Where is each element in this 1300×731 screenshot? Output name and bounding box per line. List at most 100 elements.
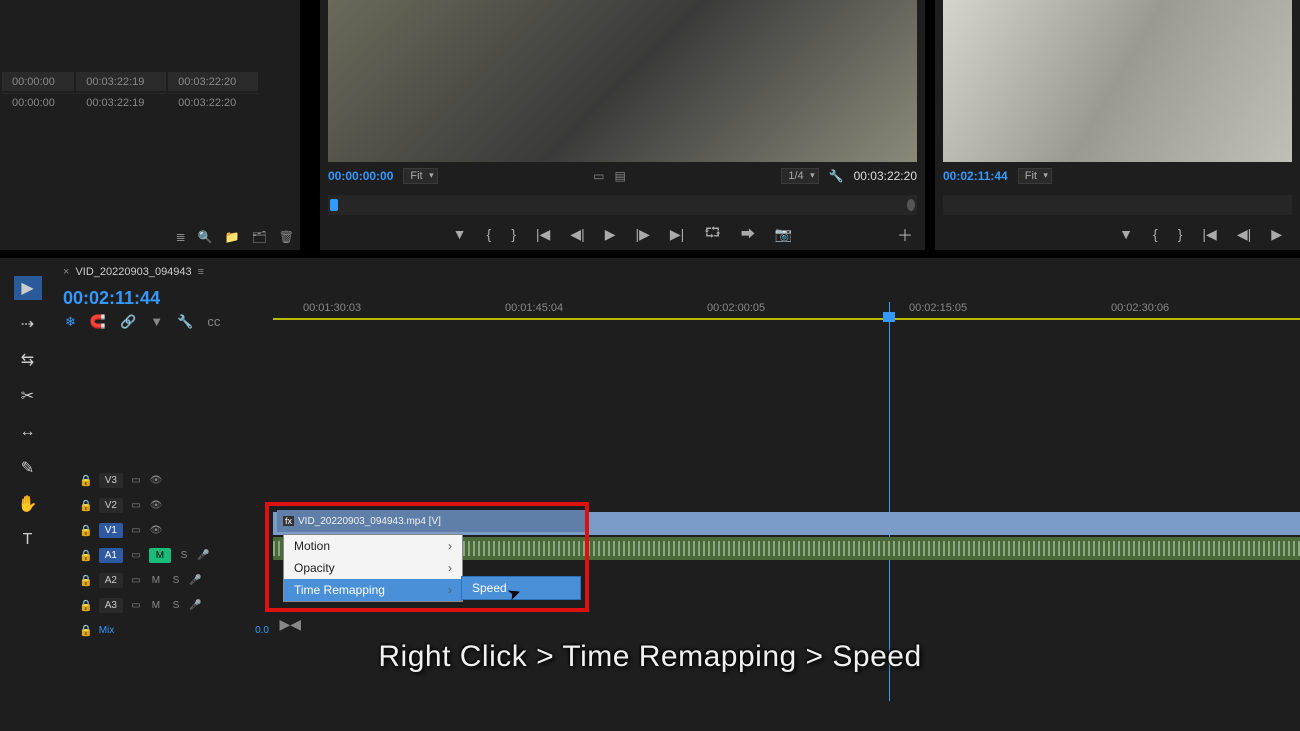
track-mix[interactable]: 🔒 Mix 0.0 <box>79 618 269 642</box>
track-a1[interactable]: 🔒 A1 ▭ M S 🎤 <box>79 543 269 567</box>
track-v1[interactable]: 🔒 V1 ▭ 👁 <box>79 518 269 542</box>
clip-header[interactable]: fx VID_20220903_094943.mp4 [V] <box>277 510 585 532</box>
insert-icon[interactable]: ⮔ <box>704 222 721 246</box>
wrench-icon[interactable]: 🔧 <box>829 169 844 183</box>
eye-icon[interactable]: 👁 <box>149 500 163 511</box>
lock-icon[interactable]: 🔒 <box>79 474 93 487</box>
source-in-tc[interactable]: 00:00:00:00 <box>328 169 393 183</box>
eye-icon[interactable]: 👁 <box>149 475 163 486</box>
settings-icon-2[interactable]: ▤ <box>614 169 625 183</box>
wrench-icon[interactable]: 🔧 <box>177 314 193 330</box>
toggle-output-icon[interactable]: ▭ <box>129 575 143 586</box>
nest-icon[interactable]: ❄ <box>65 314 76 330</box>
play-icon[interactable]: ▶ <box>1271 226 1282 243</box>
lock-icon[interactable]: 🔒 <box>79 624 93 637</box>
menu-item-time-remapping[interactable]: Time Remapping› <box>284 579 462 601</box>
mute-toggle[interactable]: M <box>149 575 163 586</box>
hand-tool[interactable]: ✋ <box>14 492 42 516</box>
go-to-in-icon[interactable]: |◀ <box>1202 226 1216 243</box>
marker-icon[interactable]: ▼ <box>453 226 467 242</box>
marker-icon[interactable]: ▼ <box>1119 226 1133 242</box>
slip-tool[interactable]: ↔ <box>14 420 42 444</box>
in-bracket-icon[interactable]: { <box>487 226 492 242</box>
toggle-output-icon[interactable]: ▭ <box>129 500 143 511</box>
razor-tool[interactable]: ✂ <box>14 384 42 408</box>
source-out-tc[interactable]: 00:03:22:20 <box>854 169 917 183</box>
solo-toggle[interactable]: S <box>177 550 191 561</box>
toggle-output-icon[interactable]: ▭ <box>129 600 143 611</box>
toggle-output-icon[interactable]: ▭ <box>129 525 143 536</box>
type-tool[interactable]: T <box>14 528 42 552</box>
in-bracket-icon[interactable]: { <box>1153 226 1158 242</box>
lock-icon[interactable]: 🔒 <box>79 549 93 562</box>
play-icon[interactable]: ▶ <box>605 226 616 243</box>
new-item-icon[interactable]: 🗂 <box>252 230 267 244</box>
step-back-icon[interactable]: ◀| <box>570 226 584 243</box>
source-fit-dropdown[interactable]: Fit <box>403 168 437 184</box>
lock-icon[interactable]: 🔒 <box>79 524 93 537</box>
add-button-icon[interactable]: ＋ <box>897 222 913 246</box>
menu-item-opacity[interactable]: Opacity› <box>284 557 462 579</box>
settings-icon[interactable]: ▭ <box>593 169 604 183</box>
lock-icon[interactable]: 🔒 <box>79 499 93 512</box>
new-bin-icon[interactable]: 📁 <box>225 230 240 244</box>
out-bracket-icon[interactable]: } <box>1178 226 1183 242</box>
mix-value[interactable]: 0.0 <box>255 625 269 636</box>
toggle-output-icon[interactable]: ▭ <box>129 550 143 561</box>
panel-menu-icon[interactable] <box>198 266 204 278</box>
program-tc[interactable]: 00:02:11:44 <box>943 169 1008 183</box>
sequence-tab[interactable]: × VID_20220903_094943 <box>63 266 204 278</box>
go-to-out-icon[interactable]: ▶| <box>670 226 684 243</box>
mic-icon[interactable]: 🎤 <box>197 550 209 561</box>
export-frame-icon[interactable]: 📷 <box>775 226 792 243</box>
mic-icon[interactable]: 🎤 <box>189 600 201 611</box>
work-area-bar[interactable] <box>273 318 1300 320</box>
overwrite-icon[interactable]: ⮕ <box>741 224 755 244</box>
eye-icon[interactable]: 👁 <box>149 525 163 536</box>
timeline-toolbar: ❄ 🧲 🔗 ▼ 🔧 cc <box>65 314 220 330</box>
cc-icon[interactable]: cc <box>207 314 220 330</box>
trash-icon[interactable]: 🗑 <box>279 230 294 244</box>
step-back-icon[interactable]: ◀| <box>1237 226 1251 243</box>
source-scale-dropdown[interactable]: 1/4 <box>781 168 818 184</box>
track-a3[interactable]: 🔒 A3 ▭ M S 🎤 <box>79 593 269 617</box>
solo-toggle[interactable]: S <box>169 575 183 586</box>
out-bracket-icon[interactable]: } <box>511 226 516 242</box>
program-ruler[interactable] <box>943 195 1292 215</box>
search-icon[interactable]: 🔍 <box>198 230 213 244</box>
lock-icon[interactable]: 🔒 <box>79 574 93 587</box>
mute-toggle[interactable]: M <box>149 548 171 563</box>
clip-name: VID_20220903_094943.mp4 [V] <box>298 516 441 527</box>
ripple-edit-tool[interactable]: ⇆ <box>14 348 42 372</box>
source-ruler[interactable] <box>328 195 917 215</box>
fx-badge-icon[interactable]: fx <box>283 516 294 526</box>
track-a2[interactable]: 🔒 A2 ▭ M S 🎤 <box>79 568 269 592</box>
table-row[interactable]: 00:00:00 00:03:22:19 00:03:22:20 <box>2 93 258 112</box>
snap-icon[interactable]: 🧲 <box>90 314 106 330</box>
menu-item-motion[interactable]: Motion› <box>284 535 462 557</box>
timeline-playhead-tc[interactable]: 00:02:11:44 <box>63 288 160 309</box>
selection-tool[interactable]: ▶ <box>14 276 42 300</box>
track-select-tool[interactable]: ⇢ <box>14 312 42 336</box>
program-fit-dropdown[interactable]: Fit <box>1018 168 1052 184</box>
marker-tool-icon[interactable]: ▼ <box>150 314 163 330</box>
toggle-output-icon[interactable]: ▭ <box>129 475 143 486</box>
ruler-end-icon[interactable] <box>907 199 915 211</box>
track-v2[interactable]: 🔒 V2 ▭ 👁 <box>79 493 269 517</box>
ruler-playhead-icon[interactable] <box>330 199 338 211</box>
pen-tool[interactable]: ✎ <box>14 456 42 480</box>
table-row[interactable]: 00:00:00 00:03:22:19 00:03:22:20 <box>2 72 258 91</box>
list-view-icon[interactable]: ≣ <box>176 230 186 244</box>
close-icon[interactable]: × <box>63 266 69 278</box>
track-v3[interactable]: 🔒 V3 ▭ 👁 <box>79 468 269 492</box>
lock-icon[interactable]: 🔒 <box>79 599 93 612</box>
step-fwd-icon[interactable]: |▶ <box>635 226 649 243</box>
linked-selection-icon[interactable]: 🔗 <box>120 314 136 330</box>
source-video-preview[interactable] <box>328 0 917 162</box>
mute-toggle[interactable]: M <box>149 600 163 611</box>
time-ruler[interactable]: 00:01:30:03 00:01:45:04 00:02:00:05 00:0… <box>273 300 1300 324</box>
program-video-preview[interactable] <box>943 0 1292 162</box>
solo-toggle[interactable]: S <box>169 600 183 611</box>
go-to-in-icon[interactable]: |◀ <box>536 226 550 243</box>
mic-icon[interactable]: 🎤 <box>189 575 201 586</box>
